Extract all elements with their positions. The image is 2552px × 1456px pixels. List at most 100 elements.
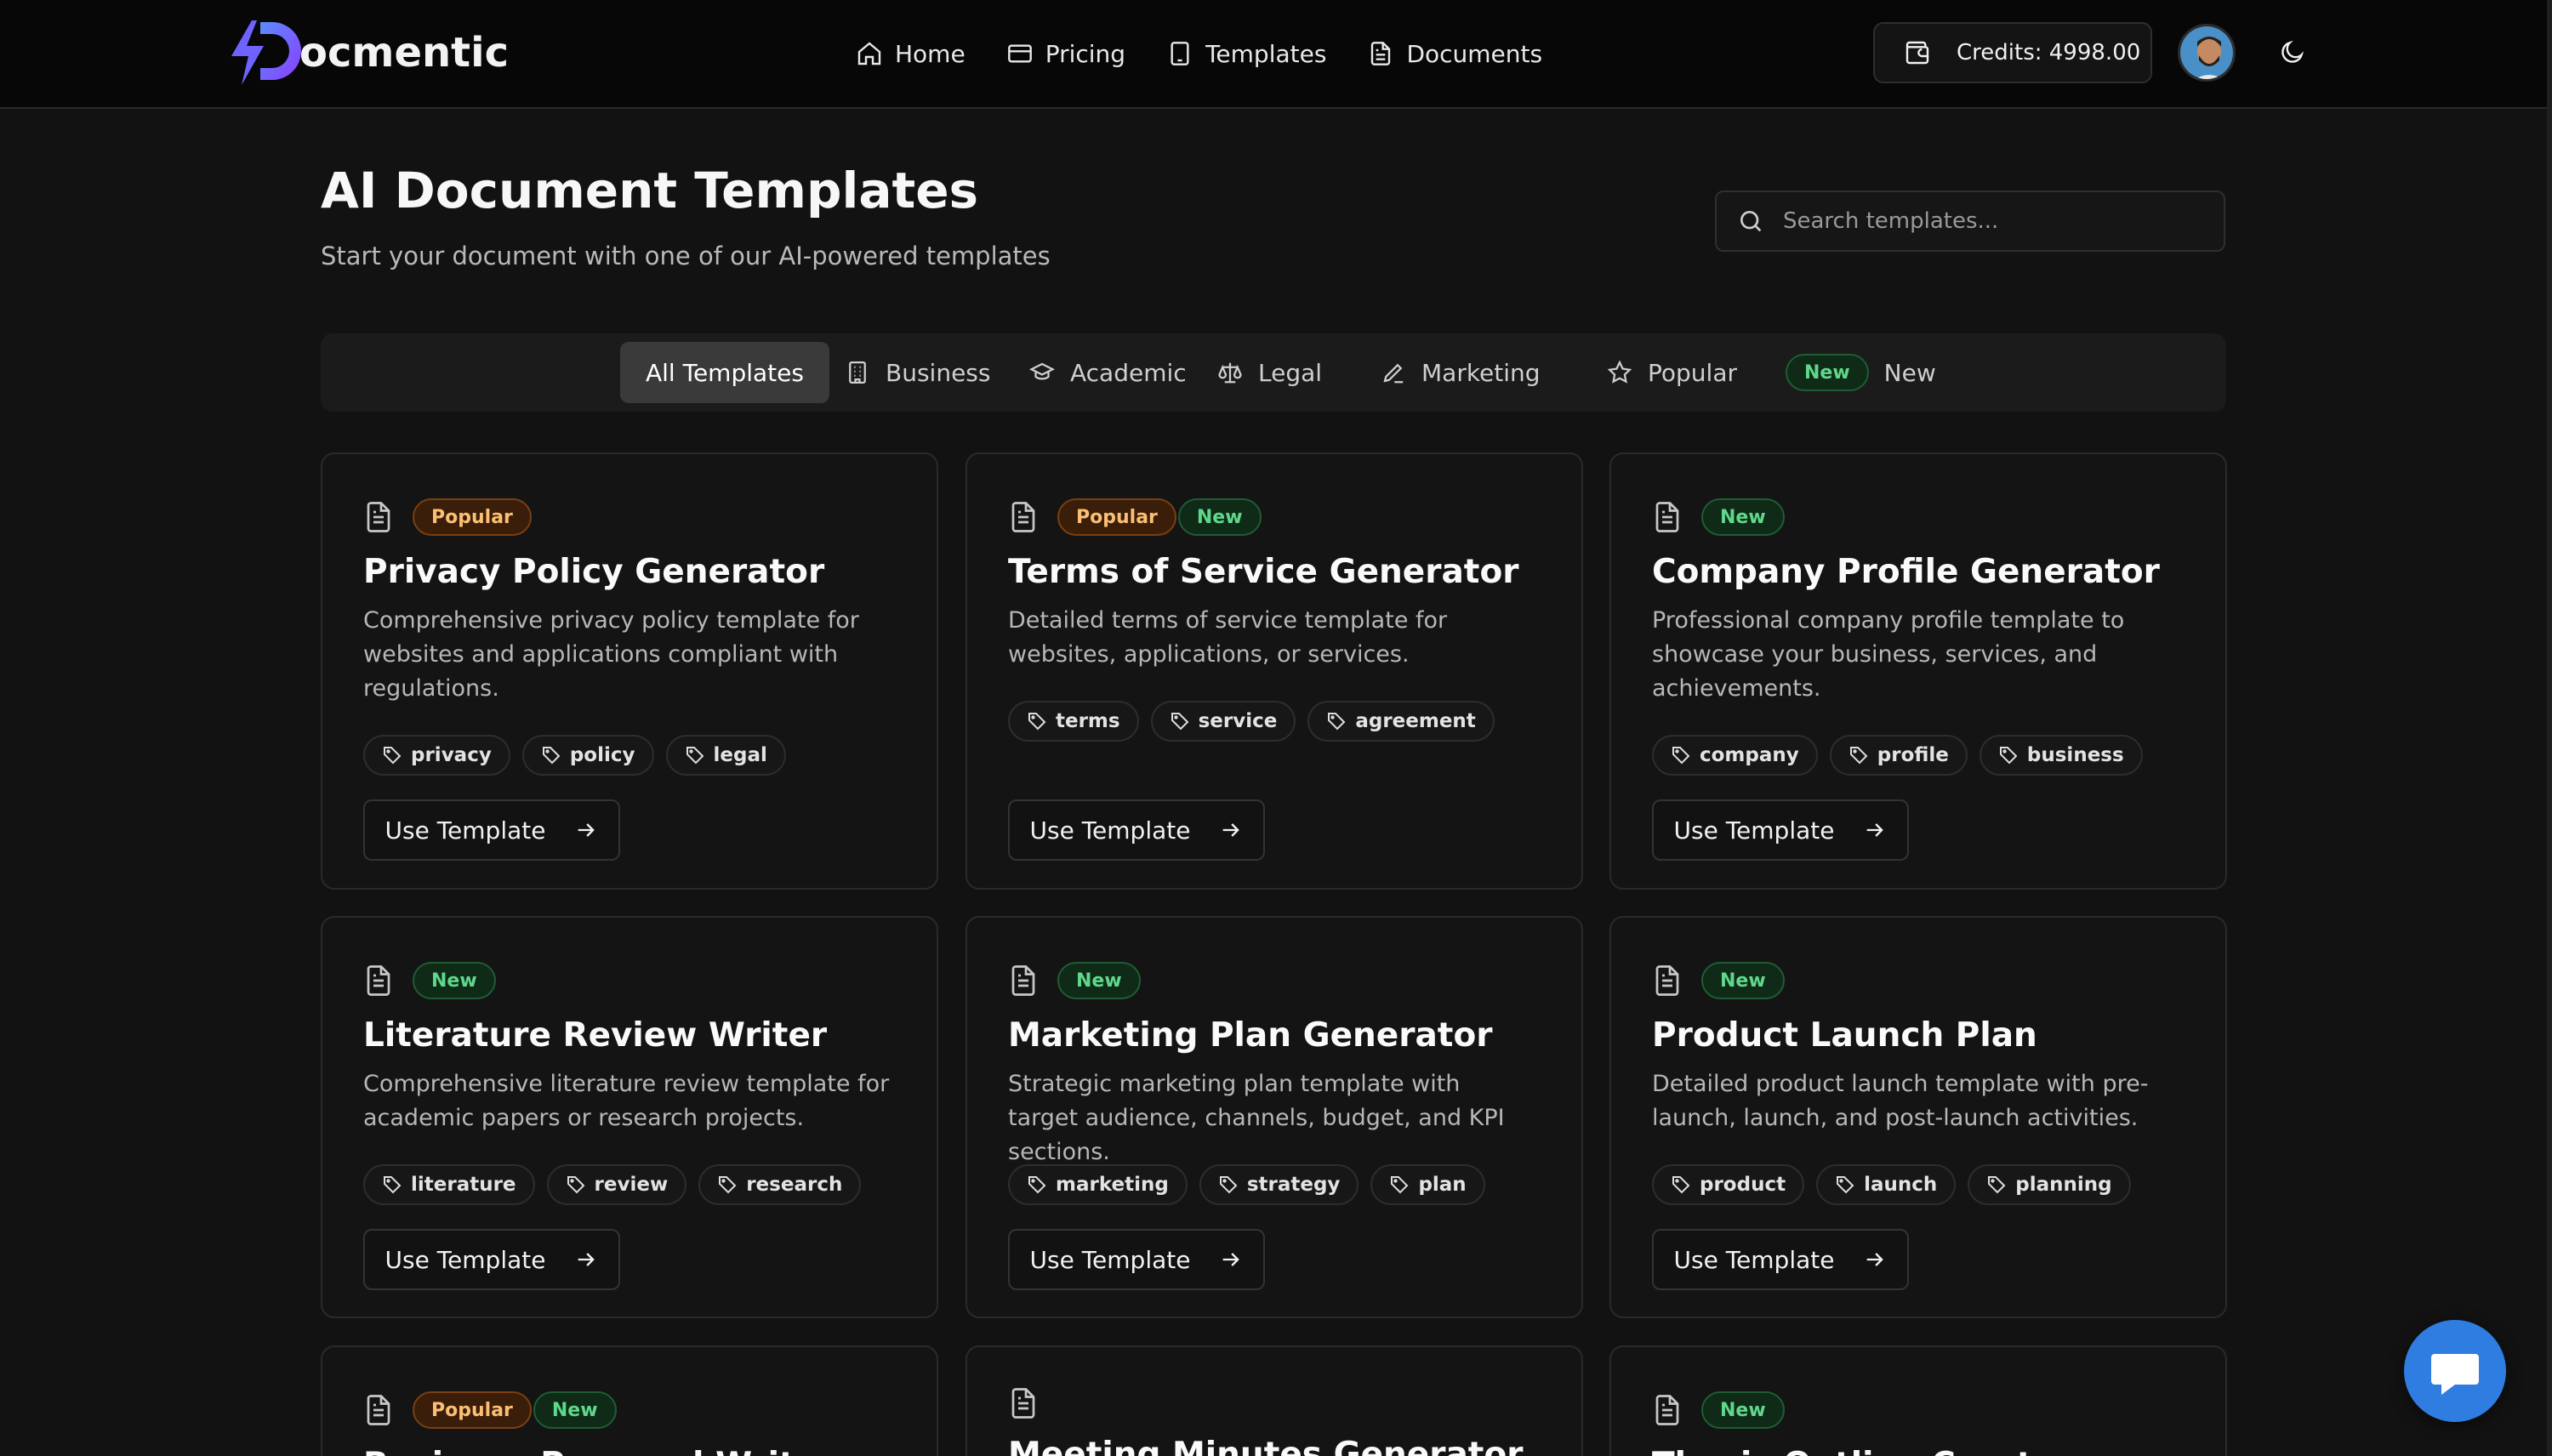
template-card: New Marketing Plan Generator Strategic m… xyxy=(966,916,1583,1318)
tag-label: profile xyxy=(1877,744,1949,766)
graduation-cap-icon xyxy=(1029,362,1055,380)
category-tabs: All Templates Business Academic Legal Ma… xyxy=(321,333,2226,412)
tag-icon xyxy=(1837,1176,1854,1194)
main-nav: Home Pricing Templates Documents xyxy=(856,31,1583,77)
tag-chip[interactable]: agreement xyxy=(1307,701,1495,742)
new-badge: New xyxy=(1701,962,1785,999)
template-card: New Thesis Outline Creator xyxy=(1609,1345,2227,1456)
new-badge: New xyxy=(1177,498,1262,536)
tag-chip[interactable]: privacy xyxy=(363,735,510,776)
tablet-icon xyxy=(1171,42,1189,65)
tab-legal[interactable]: Legal xyxy=(1192,342,1347,403)
tag-chip[interactable]: research xyxy=(698,1164,862,1205)
tag-label: product xyxy=(1700,1174,1786,1196)
tag-chip[interactable]: terms xyxy=(1008,701,1139,742)
avatar-image xyxy=(2180,26,2233,79)
document-icon xyxy=(367,1395,390,1425)
arrow-right-icon xyxy=(578,1253,595,1266)
brand-logo[interactable]: ocmentic xyxy=(226,17,509,88)
search-input[interactable] xyxy=(1783,208,2208,234)
tab-business[interactable]: Business xyxy=(819,342,1016,403)
card-description: Strategic marketing plan template with t… xyxy=(1008,1071,1505,1165)
tag-icon xyxy=(1028,713,1046,731)
new-badge: New xyxy=(1057,962,1141,999)
tag-chip[interactable]: product xyxy=(1652,1164,1805,1205)
tab-label: Academic xyxy=(1070,358,1187,387)
use-template-button[interactable]: Use Template xyxy=(1652,1229,1909,1290)
search-box xyxy=(1715,191,2225,252)
theme-toggle-button[interactable] xyxy=(2273,32,2312,71)
chat-widget-button[interactable] xyxy=(2404,1320,2506,1422)
use-template-button[interactable]: Use Template xyxy=(1008,799,1265,861)
tag-chip[interactable]: planning xyxy=(1968,1164,2131,1205)
credits-label: Credits: 4998.00 xyxy=(1957,40,2141,65)
template-card: Popular New Business Proposal Writer xyxy=(321,1345,938,1456)
tag-chip[interactable]: plan xyxy=(1370,1164,1485,1205)
tag-chip[interactable]: policy xyxy=(521,735,654,776)
document-icon xyxy=(1655,965,1679,996)
tag-icon xyxy=(1672,1176,1690,1194)
moon-icon xyxy=(2281,40,2304,63)
tag-chip[interactable]: literature xyxy=(363,1164,535,1205)
tag-chip[interactable]: review xyxy=(546,1164,687,1205)
building-icon xyxy=(849,361,866,384)
tag-icon xyxy=(1171,713,1189,731)
tag-label: launch xyxy=(1864,1174,1938,1196)
tag-icon xyxy=(567,1176,584,1194)
tab-label: Popular xyxy=(1648,358,1737,387)
file-text-icon xyxy=(1371,42,1391,65)
tag-label: terms xyxy=(1056,710,1120,732)
use-template-button[interactable]: Use Template xyxy=(363,1229,620,1290)
top-header: ocmentic Home Pricing Templates Document… xyxy=(0,0,2552,109)
arrow-right-icon xyxy=(1223,823,1240,837)
nav-documents[interactable]: Documents xyxy=(1367,40,1542,68)
tag-chip[interactable]: marketing xyxy=(1008,1164,1188,1205)
tab-label: Legal xyxy=(1258,358,1323,387)
tab-label: New xyxy=(1883,358,1936,387)
tag-chip[interactable]: launch xyxy=(1816,1164,1957,1205)
tag-icon xyxy=(1328,713,1346,731)
tag-chip[interactable]: business xyxy=(1979,735,2143,776)
tag-label: literature xyxy=(411,1174,516,1196)
nav-pricing-label: Pricing xyxy=(1045,39,1126,68)
card-description: Detailed product launch template with pr… xyxy=(1652,1071,2149,1131)
tag-icon xyxy=(1988,1176,2006,1194)
use-template-button[interactable]: Use Template xyxy=(363,799,620,861)
card-title: Terms of Service Generator xyxy=(1008,553,1519,591)
page-scrollbar[interactable] xyxy=(2547,0,2552,1456)
tag-icon xyxy=(542,747,561,765)
template-card: Popular Privacy Policy Generator Compreh… xyxy=(321,452,938,890)
new-pill: New xyxy=(1786,354,1869,391)
new-badge: New xyxy=(1701,1391,1785,1429)
nav-templates[interactable]: Templates xyxy=(1166,40,1326,68)
nav-documents-label: Documents xyxy=(1406,39,1543,68)
tag-label: marketing xyxy=(1056,1174,1169,1196)
tab-academic[interactable]: Academic xyxy=(1004,342,1212,403)
template-card: Popular New Terms of Service Generator D… xyxy=(966,452,1583,890)
user-avatar[interactable] xyxy=(2178,24,2236,82)
tab-all-templates[interactable]: All Templates xyxy=(620,342,829,403)
tag-label: privacy xyxy=(411,744,492,766)
tab-new[interactable]: New New xyxy=(1760,342,1962,403)
tag-chip[interactable]: company xyxy=(1652,735,1818,776)
template-card: New Literature Review Writer Comprehensi… xyxy=(321,916,938,1318)
tag-chip[interactable]: strategy xyxy=(1199,1164,1359,1205)
credits-button[interactable]: Credits: 4998.00 xyxy=(1873,22,2152,83)
tag-chip[interactable]: service xyxy=(1150,701,1296,742)
tag-chip[interactable]: legal xyxy=(665,735,786,776)
tab-popular[interactable]: Popular xyxy=(1581,342,1763,403)
arrow-right-icon xyxy=(1867,823,1884,837)
document-icon xyxy=(1011,502,1035,532)
nav-templates-label: Templates xyxy=(1205,39,1327,68)
nav-home[interactable]: Home xyxy=(856,40,966,68)
nav-pricing[interactable]: Pricing xyxy=(1006,40,1125,68)
template-card: Meeting Minutes Generator xyxy=(966,1345,1583,1456)
tag-chip[interactable]: profile xyxy=(1829,735,1968,776)
tab-label: Marketing xyxy=(1421,358,1541,387)
tag-icon xyxy=(686,747,704,765)
use-template-button[interactable]: Use Template xyxy=(1652,799,1909,861)
popular-badge: Popular xyxy=(413,1391,532,1429)
tab-marketing[interactable]: Marketing xyxy=(1355,342,1566,403)
use-template-button[interactable]: Use Template xyxy=(1008,1229,1265,1290)
page-title: AI Document Templates xyxy=(321,162,979,219)
